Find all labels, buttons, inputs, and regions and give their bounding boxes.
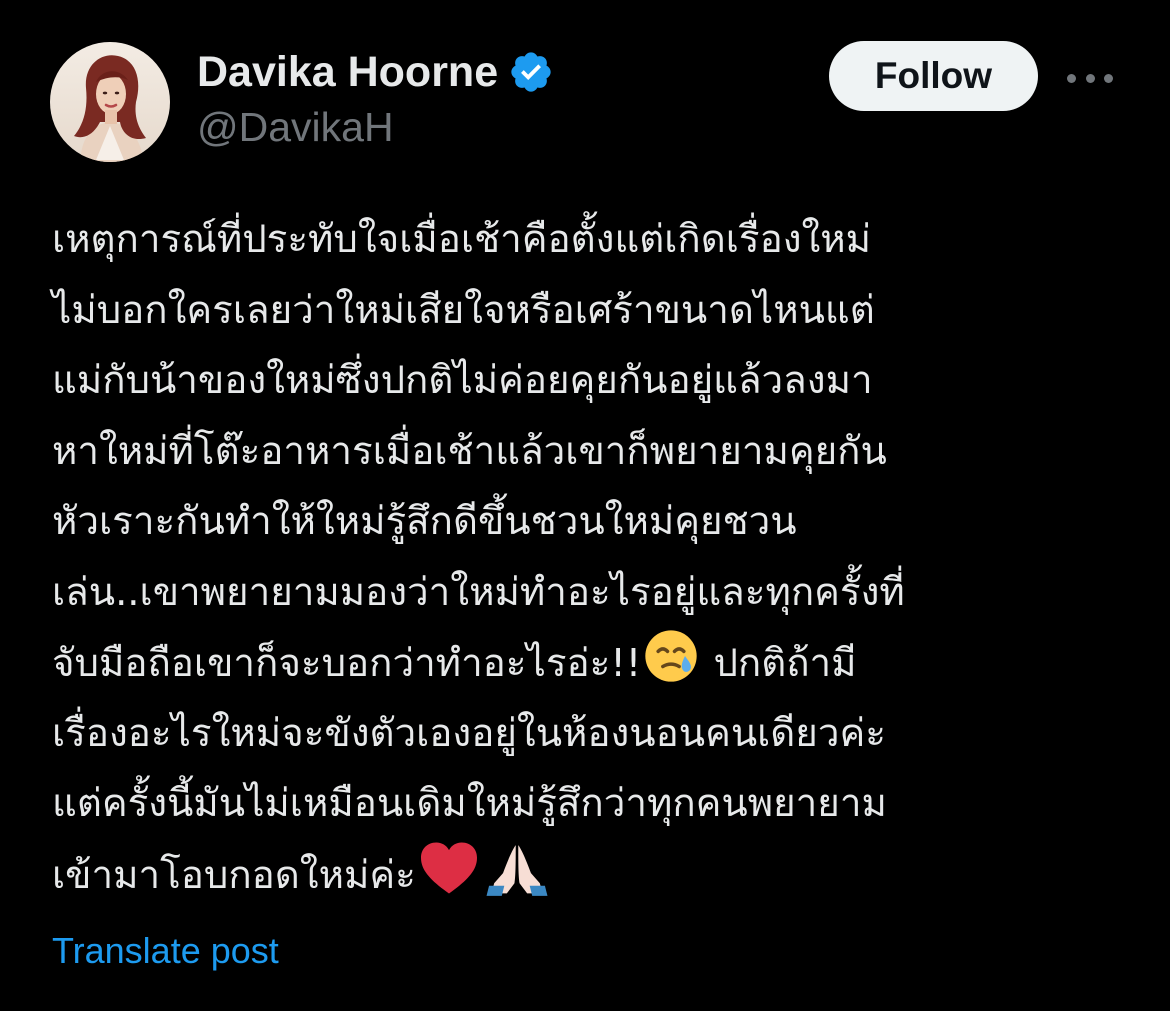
- more-horizontal-icon: [1067, 73, 1113, 83]
- post-text-segment: ปกติถ้ามี: [713, 641, 857, 686]
- post-text-line-with-emoji: จับมือถือเขาก็จะบอกว่าทำอะไรอ่ะ!! ปกติถ้…: [52, 628, 1132, 699]
- post-text-line: เหตุการณ์ที่ประทับใจเมื่อเช้าคือตั้งแต่เ…: [52, 217, 872, 262]
- post-text-segment: เข้ามาโอบกอดใหม่ค่ะ: [52, 852, 416, 898]
- post-text-line: หัวเราะกันทำให้ใหม่รู้สึกดีขึ้นชวนใหม่คุ…: [52, 499, 797, 544]
- crying-face-emoji: [643, 628, 699, 708]
- author-display-name[interactable]: Davika Hoorne: [197, 48, 498, 97]
- post-text-line: ไม่บอกใครเลยว่าใหม่เสียใจหรือเศร้าขนาดไห…: [52, 287, 875, 333]
- post-text-line-with-emoji: เข้ามาโอบกอดใหม่ค่ะ: [52, 840, 1132, 911]
- author-handle[interactable]: @DavikaH: [197, 104, 394, 151]
- avatar[interactable]: [50, 42, 170, 162]
- folded-hands-emoji: [484, 840, 550, 920]
- verified-badge-icon[interactable]: [508, 49, 554, 95]
- post-card: Davika Hoorne @DavikaH Follow เหตุการณ์ท…: [0, 0, 1170, 1011]
- post-text-line: แม่กับน้าของใหม่ซึ่งปกติไม่ค่อยคุยกันอยู…: [52, 358, 873, 403]
- post-text-line: หาใหม่ที่โต๊ะอาหารเมื่อเช้าแล้วเขาก็พยาย…: [52, 428, 887, 474]
- author-name-row[interactable]: Davika Hoorne: [197, 44, 554, 100]
- post-text-line: เรื่องอะไรใหม่จะขังตัวเองอยู่ในห้องนอนคน…: [52, 710, 886, 756]
- post-text-segment: จับมือถือเขาก็จะบอกว่าทำอะไรอ่ะ!!: [52, 641, 642, 686]
- translate-post-link[interactable]: Translate post: [52, 930, 279, 972]
- post-text: เหตุการณ์ที่ประทับใจเมื่อเช้าคือตั้งแต่เ…: [52, 205, 1132, 910]
- follow-button[interactable]: Follow: [829, 41, 1038, 111]
- post-text-line: เล่น..เขาพยายามมองว่าใหม่ทำอะไรอยู่และทุ…: [52, 569, 905, 615]
- more-options-button[interactable]: [1064, 58, 1116, 98]
- post-text-line: แต่ครั้งนี้มันไม่เหมือนเดิมใหม่รู้สึกว่า…: [52, 781, 887, 826]
- red-heart-emoji: [418, 840, 480, 920]
